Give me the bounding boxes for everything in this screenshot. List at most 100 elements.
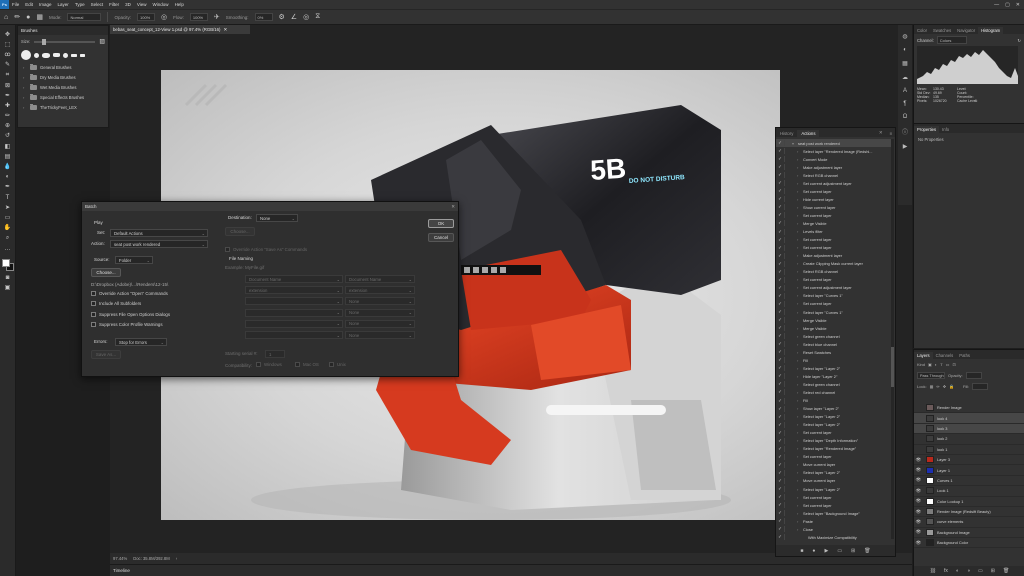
checkmark-icon[interactable]: ✓	[776, 317, 784, 323]
brush-tip-flat[interactable]	[71, 53, 77, 57]
dialog-toggle[interactable]	[784, 228, 792, 235]
checkmark-icon[interactable]: ✓	[776, 494, 784, 500]
healing-brush-icon[interactable]: ✚	[3, 102, 13, 109]
action-row[interactable]: ✓ › Select blue channel	[776, 340, 892, 348]
action-row[interactable]: ✓ › Set current adjustment layer	[776, 284, 892, 292]
action-row[interactable]: ✓ › Select green channel	[776, 332, 892, 340]
checkmark-icon[interactable]: ✓	[776, 333, 784, 339]
action-row[interactable]: ✓ › Select green channel	[776, 380, 892, 388]
action-row[interactable]: ✓ › Select layer "Rendered Image"	[776, 445, 892, 453]
destination-select[interactable]: None ⌄	[256, 214, 298, 222]
dialog-toggle[interactable]	[784, 244, 792, 251]
tab-histogram[interactable]: Histogram	[978, 27, 1004, 34]
brush-tip-flat-small[interactable]	[80, 53, 85, 57]
brushes-tab[interactable]: Brushes	[18, 26, 108, 35]
layer-row[interactable]: look 1	[914, 445, 1024, 455]
zoom-tool-icon[interactable]: ⌕	[3, 235, 13, 242]
compat-mac-checkbox[interactable]: Mac OS	[295, 362, 319, 367]
smoothing-field[interactable]: 0%	[254, 13, 273, 21]
menu-image[interactable]: Image	[36, 2, 55, 7]
marquee-tool-icon[interactable]: ⬚	[3, 41, 13, 48]
dialog-toggle[interactable]	[784, 494, 792, 501]
visibility-eye-icon[interactable]: 👁	[914, 457, 923, 463]
source-choose-button[interactable]: Choose...	[91, 268, 121, 277]
checkmark-icon[interactable]: ✓	[776, 277, 784, 283]
dialog-toggle[interactable]	[784, 341, 792, 348]
dialog-toggle[interactable]	[784, 268, 792, 275]
dialog-toggle[interactable]	[784, 156, 792, 163]
action-row[interactable]: ✓ › Set current layer	[776, 187, 892, 195]
checkmark-icon[interactable]: ✓	[776, 220, 784, 226]
action-row[interactable]: ✓ › Show current layer	[776, 203, 892, 211]
checkmark-icon[interactable]: ✓	[776, 414, 784, 420]
tab-paths[interactable]: Paths	[956, 352, 973, 359]
visibility-eye-icon[interactable]: 👁	[914, 519, 923, 525]
flow-field[interactable]: 100%	[189, 13, 208, 21]
brush-folder[interactable]: › Wet Media Brushes	[18, 82, 108, 92]
add-mask-icon[interactable]: ◐	[956, 568, 959, 574]
layer-row[interactable]: 👁 Color Lookup 1	[914, 497, 1024, 507]
action-row[interactable]: ✓ › Set current layer	[776, 244, 892, 252]
action-row[interactable]: ✓ › Move current layer	[776, 477, 892, 485]
dialog-toggle[interactable]	[784, 196, 792, 203]
source-option-checkbox[interactable]: Include All Subfolders	[91, 301, 141, 306]
action-row[interactable]: ✓ › Set current layer	[776, 300, 892, 308]
checkmark-icon[interactable]: ✓	[776, 245, 784, 251]
checkmark-icon[interactable]: ✓	[776, 462, 784, 468]
close-tab-icon[interactable]: ✕	[223, 27, 227, 33]
eyedropper-tool-icon[interactable]: ✒	[3, 92, 13, 99]
libraries-panel-icon[interactable]: ☁	[902, 74, 908, 81]
dialog-toggle[interactable]	[784, 349, 792, 356]
layer-row[interactable]: 👁 Background Image	[914, 528, 1024, 539]
layer-row[interactable]: 👁 Look 1	[914, 486, 1024, 497]
new-layer-icon[interactable]: ⊞	[991, 568, 995, 574]
dialog-toggle[interactable]	[784, 309, 792, 315]
source-option-checkbox[interactable]: Suppress File Open Options Dialogs	[91, 312, 170, 317]
layer-row[interactable]: 👁 Layer 3	[914, 455, 1024, 466]
dialog-toggle[interactable]	[784, 333, 792, 340]
angle-icon[interactable]: ∠	[291, 13, 297, 21]
channel-select[interactable]: Colors	[936, 36, 967, 44]
document-tab[interactable]: bebas_seat_concept_12-View 1.psd @ 97.4%…	[110, 25, 250, 34]
action-row[interactable]: ✓ › Set current layer	[776, 236, 892, 244]
checkmark-icon[interactable]: ✓	[776, 389, 784, 395]
source-option-checkbox[interactable]: Override Action "Open" Commands	[91, 291, 168, 296]
status-menu-icon[interactable]: ›	[176, 556, 177, 561]
mode-select[interactable]: Normal	[67, 13, 102, 21]
visibility-eye-icon[interactable]: 👁	[914, 540, 923, 546]
brush-settings-icon[interactable]: ▦	[36, 13, 43, 21]
pressure-size-icon[interactable]: ◎	[303, 13, 309, 21]
tab-actions[interactable]: Actions	[797, 130, 820, 137]
dialog-toggle[interactable]	[784, 477, 792, 484]
filter-type-icon[interactable]: T	[940, 362, 942, 367]
checkmark-icon[interactable]: ✓	[776, 510, 784, 516]
checkmark-icon[interactable]: ✓	[776, 188, 784, 194]
file-naming-field[interactable]: extension ⌄	[245, 286, 343, 295]
history-brush-icon[interactable]: ↺	[3, 133, 13, 140]
zoom-level[interactable]: 97.44%	[113, 556, 127, 561]
checkmark-icon[interactable]: ✓	[776, 381, 784, 387]
brush-tip-dot[interactable]	[63, 52, 68, 58]
checkmark-icon[interactable]: ✓	[776, 164, 784, 170]
action-row[interactable]: ✓ › Set current layer	[776, 429, 892, 437]
checkmark-icon[interactable]: ✓	[776, 204, 784, 210]
dialog-toggle[interactable]	[784, 292, 792, 299]
checkmark-icon[interactable]: ✓	[776, 285, 784, 291]
checkmark-icon[interactable]: ✓	[776, 237, 784, 243]
action-row[interactable]: ✓ › Set current layer	[776, 501, 892, 509]
action-row[interactable]: ✓ › Set current adjustment layer	[776, 179, 892, 187]
dialog-toggle[interactable]	[784, 252, 792, 259]
cancel-button[interactable]: Cancel	[428, 233, 454, 242]
action-row[interactable]: ✓ › Hide current layer	[776, 195, 892, 203]
checkmark-icon[interactable]: ✓	[776, 478, 784, 484]
action-row[interactable]: ✓ › Select layer "Depth Information"	[776, 437, 892, 445]
checkmark-icon[interactable]: ✓	[776, 196, 784, 202]
foreground-color-swatch[interactable]	[1, 259, 10, 268]
filter-kind-label[interactable]: Kind	[917, 362, 925, 367]
menu-window[interactable]: Window	[150, 2, 172, 7]
tab-navigator[interactable]: Navigator	[954, 27, 978, 34]
brush-folder[interactable]: › Special Effects Brushes	[18, 92, 108, 102]
delete-icon[interactable]: 🗑	[864, 548, 870, 554]
dialog-toggle[interactable]	[784, 365, 792, 372]
dialog-toggle[interactable]	[784, 518, 792, 525]
